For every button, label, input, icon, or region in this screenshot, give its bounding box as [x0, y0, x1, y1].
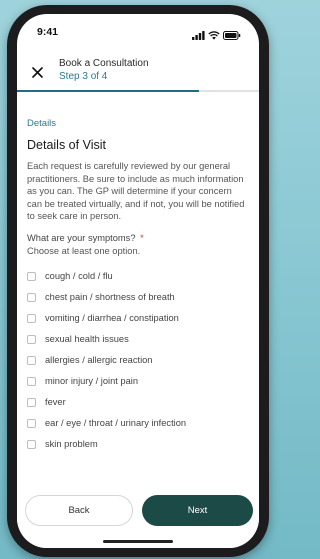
- step-indicator: Step 3 of 4: [59, 71, 108, 82]
- option-label: chest pain / shortness of breath: [45, 292, 175, 303]
- status-icons: [192, 27, 241, 45]
- option-label: vomiting / diarrhea / constipation: [45, 313, 179, 324]
- header: Book a Consultation Step 3 of 4: [17, 54, 259, 90]
- checkbox[interactable]: [27, 271, 36, 281]
- option-label: allergies / allergic reaction: [45, 355, 153, 366]
- option-label: minor injury / joint pain: [45, 376, 139, 387]
- required-asterisk: *: [140, 232, 144, 243]
- option-label: cough / cold / flu: [45, 271, 113, 282]
- section-label: Details: [27, 118, 57, 129]
- symptom-option[interactable]: allergies / allergic reaction: [27, 350, 249, 371]
- wifi-icon: [208, 27, 220, 45]
- question-label: What are your symptoms? *: [27, 233, 249, 245]
- question-hint: Choose at least one option.: [27, 245, 141, 256]
- symptom-option[interactable]: sexual health issues: [27, 329, 249, 350]
- checkbox[interactable]: [27, 439, 36, 449]
- option-label: skin problem: [45, 439, 98, 450]
- close-button[interactable]: [28, 63, 46, 81]
- checkbox[interactable]: [27, 418, 36, 428]
- symptom-options: cough / cold / flu chest pain / shortnes…: [27, 266, 249, 455]
- symptom-option[interactable]: cough / cold / flu: [27, 266, 249, 287]
- checkbox[interactable]: [27, 313, 36, 323]
- option-label: sexual health issues: [45, 334, 129, 345]
- checkbox[interactable]: [27, 355, 36, 365]
- back-button[interactable]: Back: [25, 495, 133, 526]
- progress-fill: [17, 90, 199, 92]
- status-bar: 9:41: [17, 14, 259, 50]
- symptom-option[interactable]: skin problem: [27, 434, 249, 455]
- section-title: Details of Visit: [27, 138, 106, 152]
- question-text: What are your symptoms?: [27, 232, 136, 243]
- form-content: Details Details of Visit Each request is…: [27, 118, 249, 455]
- next-button[interactable]: Next: [142, 495, 253, 526]
- header-title: Book a Consultation: [59, 58, 149, 69]
- status-time: 9:41: [37, 26, 59, 38]
- checkbox[interactable]: [27, 334, 36, 344]
- symptom-option[interactable]: vomiting / diarrhea / constipation: [27, 308, 249, 329]
- symptom-option[interactable]: ear / eye / throat / urinary infection: [27, 413, 249, 434]
- checkbox[interactable]: [27, 376, 36, 386]
- option-label: fever: [45, 397, 66, 408]
- progress-bar: [17, 90, 259, 92]
- symptom-option[interactable]: fever: [27, 392, 249, 413]
- option-label: ear / eye / throat / urinary infection: [45, 418, 187, 429]
- footer-actions: Back Next: [17, 478, 259, 548]
- app-screen: 9:41 Book a Consultation Step 3 of 4 Det…: [17, 14, 259, 548]
- battery-icon: [223, 27, 241, 45]
- checkbox[interactable]: [27, 397, 36, 407]
- symptom-option[interactable]: chest pain / shortness of breath: [27, 287, 249, 308]
- home-indicator: [103, 540, 173, 543]
- signal-icon: [192, 27, 205, 45]
- symptom-option[interactable]: minor injury / joint pain: [27, 371, 249, 392]
- checkbox[interactable]: [27, 292, 36, 302]
- close-icon: [31, 66, 43, 78]
- intro-text: Each request is carefully reviewed by ou…: [27, 161, 245, 222]
